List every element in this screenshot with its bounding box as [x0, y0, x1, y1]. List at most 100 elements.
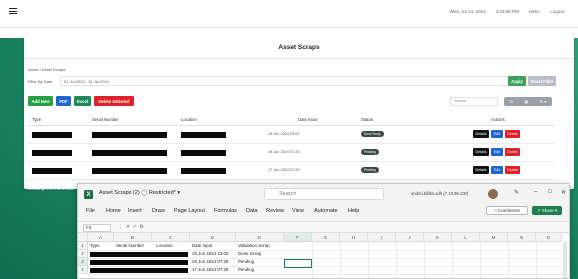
delete-button[interactable]: Delete [505, 148, 520, 156]
cell-date[interactable]: 17 Jun 2024 07:29 [192, 266, 228, 274]
row-header[interactable]: 4 [78, 266, 88, 274]
col-header[interactable]: K [424, 233, 452, 242]
refresh-icon[interactable]: ↻ [510, 99, 513, 104]
cell-status[interactable]: Pending [238, 258, 254, 266]
excel-button[interactable]: Excel [74, 96, 91, 106]
details-button[interactable]: Details [473, 130, 489, 138]
excel-filename[interactable]: Asset Scraps (2) ◯ Restricted* ▾ [99, 190, 180, 196]
redacted-location [181, 150, 226, 156]
maximize-icon[interactable]: □ [548, 189, 552, 195]
tab-help[interactable]: Help [348, 208, 359, 214]
grid-line [396, 242, 397, 278]
cell-status[interactable]: Done Scrap [238, 250, 261, 258]
tab-automate[interactable]: Automate [314, 208, 338, 214]
spreadsheet-grid[interactable]: A B C D E F G H I J K L M N O 1 2 3 4 Ty… [78, 233, 569, 278]
cell-header-type[interactable]: Type [90, 242, 100, 250]
grid-line [452, 242, 453, 278]
tab-page-layout[interactable]: Page Layout [174, 208, 205, 214]
cell-status[interactable]: Pending [238, 266, 254, 274]
tab-data[interactable]: Data [246, 208, 258, 214]
select-all-corner[interactable] [78, 233, 88, 242]
edit-button[interactable]: Edit [491, 166, 503, 174]
edit-button[interactable]: Edit [491, 130, 503, 138]
col-header[interactable]: N [508, 233, 536, 242]
grid-line [424, 242, 425, 278]
col-header[interactable]: J [396, 233, 424, 242]
col-location[interactable]: Location [181, 117, 197, 122]
cell-date[interactable]: 26 Jun 2024 07:28 [192, 258, 228, 266]
sensitivity-label[interactable]: Restricted* [149, 190, 176, 196]
cell-header-status[interactable]: Validation Scrap [238, 242, 270, 250]
date-filter-input[interactable] [60, 76, 530, 86]
function-icon[interactable]: fx [140, 224, 144, 230]
reset-filter-button[interactable]: Reset Filter [528, 76, 556, 86]
minimize-icon[interactable]: – [534, 189, 537, 195]
avatar[interactable] [488, 189, 498, 199]
col-header[interactable]: M [480, 233, 508, 242]
hamburger-icon[interactable] [9, 8, 17, 14]
col-header[interactable]: E [236, 233, 284, 242]
chevron-down-icon[interactable]: ▾ [177, 190, 180, 196]
breadcrumb[interactable]: Home / Asset Scraps [28, 67, 65, 72]
search-input[interactable]: Search [450, 97, 498, 106]
col-header[interactable]: I [368, 233, 396, 242]
row-header[interactable]: 1 [78, 242, 88, 250]
more-icon[interactable]: ⋮ [118, 224, 124, 230]
share-button[interactable]: ↗ Share ▾ [532, 206, 562, 215]
delete-selected-button[interactable]: Delete Selected [94, 96, 134, 106]
tab-home[interactable]: Home [106, 208, 121, 214]
comments-button[interactable]: □ Comments [486, 206, 528, 215]
logout-link[interactable]: Logout [550, 9, 564, 14]
tab-insert[interactable]: Insert [128, 208, 142, 214]
topbar-time: 4:25:58 PM [495, 9, 519, 14]
confirm-icon[interactable]: ✓ [133, 224, 139, 230]
details-button[interactable]: Details [473, 148, 489, 156]
tab-draw[interactable]: Draw [152, 208, 165, 214]
tab-formulas[interactable]: Formulas [214, 208, 237, 214]
cancel-icon[interactable]: ✕ [126, 224, 132, 230]
grid-line [88, 250, 569, 251]
col-serial-number[interactable]: Serial Number [92, 117, 119, 122]
tab-review[interactable]: Review [266, 208, 284, 214]
excel-search-input[interactable]: Search [264, 188, 384, 200]
cell-header-location[interactable]: Location [156, 242, 173, 250]
cell-header-date[interactable]: Date Input [192, 242, 212, 250]
tab-file[interactable]: File [86, 208, 95, 214]
col-header[interactable]: O [536, 233, 562, 242]
col-type[interactable]: Type [32, 117, 41, 122]
vertical-scrollbar[interactable] [563, 242, 567, 278]
apply-button[interactable]: Apply [508, 76, 526, 86]
name-box[interactable]: F3 [83, 224, 111, 232]
col-status[interactable]: Status [361, 117, 373, 122]
col-header[interactable]: G [312, 233, 340, 242]
row-header[interactable]: 2 [78, 250, 88, 258]
pen-icon[interactable]: ✎ [514, 189, 519, 196]
col-date-input[interactable]: Date Input [298, 117, 317, 122]
col-header[interactable]: B [114, 233, 152, 242]
tab-view[interactable]: View [292, 208, 304, 214]
add-new-button[interactable]: Add New [28, 96, 53, 106]
col-header[interactable]: D [190, 233, 236, 242]
details-button[interactable]: Details [473, 166, 489, 174]
col-header-selected[interactable]: F [284, 233, 312, 242]
columns-icon[interactable]: ▦ [524, 99, 528, 104]
redacted-serial [92, 168, 167, 174]
col-header[interactable]: H [340, 233, 368, 242]
date-cell: 25 Jun 2024 23:02 [268, 132, 300, 136]
selected-cell[interactable] [284, 259, 312, 268]
col-header[interactable]: A [88, 233, 114, 242]
menu-dropdown-icon[interactable]: ☰ ▾ [540, 99, 547, 104]
pdf-button[interactable]: PDF [56, 96, 71, 106]
cell-date[interactable]: 25 Jun 2024 23:02 [192, 250, 228, 258]
edit-button[interactable]: Edit [491, 148, 503, 156]
close-icon[interactable]: ✕ [561, 189, 566, 196]
row-header-selected[interactable]: 3 [78, 258, 88, 266]
topbar-info: Wed, Jul 24, 2024 4:25:58 PM Hello, Logo… [450, 9, 565, 14]
delete-button[interactable]: Delete [505, 166, 520, 174]
col-header[interactable]: L [452, 233, 480, 242]
redacted-type [32, 150, 72, 156]
col-header[interactable]: C [152, 233, 190, 242]
chevron-down-icon: ▾ [553, 207, 558, 213]
cell-header-serial[interactable]: Serial Number [116, 242, 144, 250]
delete-button[interactable]: Delete [505, 130, 520, 138]
